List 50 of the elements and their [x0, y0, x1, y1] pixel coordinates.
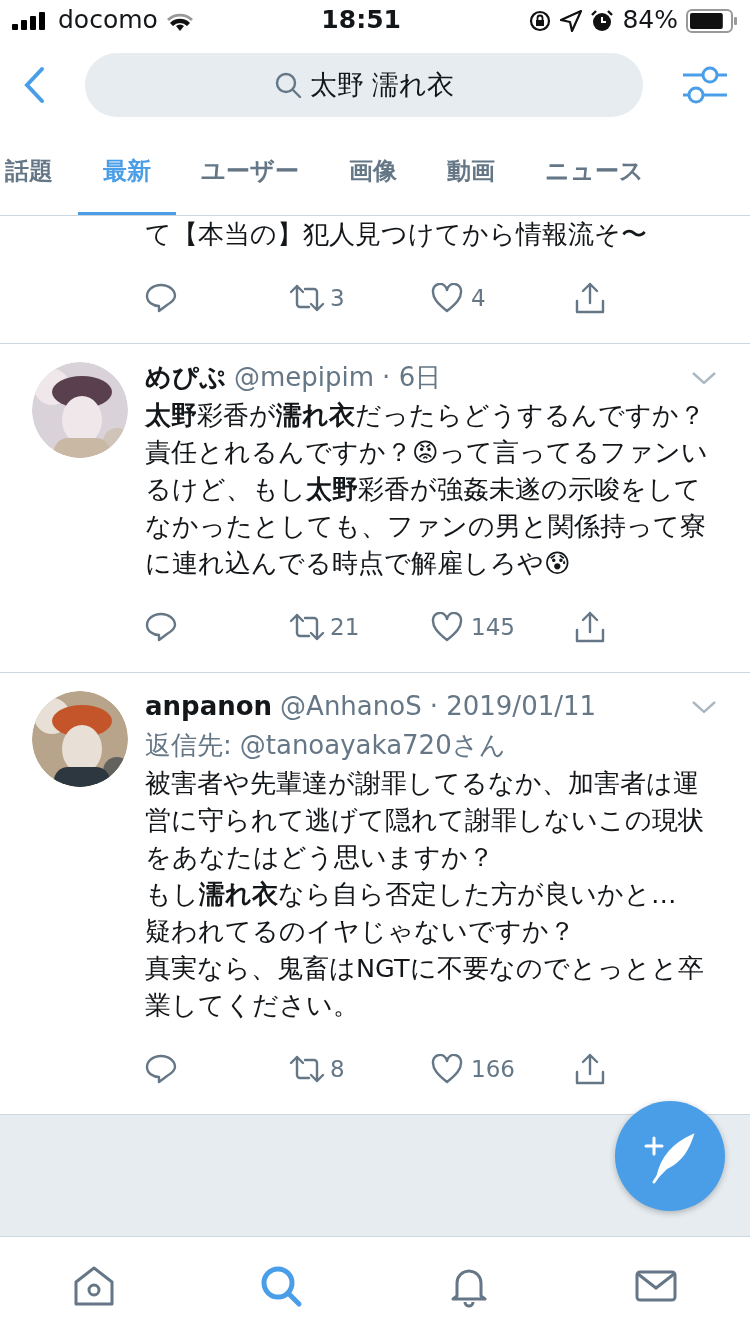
search-field[interactable]: 太野 濡れ衣 [85, 53, 643, 117]
filter-settings-button[interactable] [682, 65, 728, 105]
like-button[interactable] [431, 283, 463, 313]
retweet-count: 3 [330, 283, 345, 313]
location-arrow-icon [560, 10, 583, 33]
tweet-text: 被害者や先輩達が謝罪してるなか、加害者は運営に守られて逃げて隠れて謝罪しないこの現状をあなたはどう思いますか？ [145, 767, 705, 874]
compose-button[interactable] [615, 1101, 725, 1211]
share-button[interactable] [574, 610, 606, 644]
tweet-text: 疑われてるのイヤじゃないですか？ [145, 915, 576, 948]
carrier-name: docomo [58, 4, 158, 37]
tweet-text: て【本当の】犯人見つけてから情報流そ〜 [145, 218, 648, 251]
tweet-text: もし濡れ衣なら自ら否定した方が良いかと… [145, 878, 678, 911]
reply-button[interactable] [145, 612, 177, 642]
like-count: 166 [471, 1054, 515, 1084]
like-button[interactable] [431, 1054, 463, 1084]
search-tab[interactable]: ユーザー [176, 130, 324, 215]
alarm-clock-icon [590, 9, 615, 34]
user-handle[interactable]: @AnhanoS [280, 687, 422, 726]
retweet-button[interactable] [288, 612, 326, 642]
retweet-count: 21 [330, 612, 360, 642]
user-handle[interactable]: @mepipim [234, 358, 375, 397]
reply-button[interactable] [145, 1054, 177, 1084]
like-button[interactable] [431, 612, 463, 642]
share-button[interactable] [574, 281, 606, 315]
search-tab[interactable]: 動画 [422, 130, 520, 215]
search-tab[interactable]: 話題 [0, 130, 78, 215]
wifi-icon [165, 11, 194, 32]
user-name[interactable]: めぴぷ [145, 358, 226, 397]
rotation-lock-icon [528, 9, 553, 34]
share-button[interactable] [574, 1052, 606, 1086]
tweet-text: 太野彩香が濡れ衣だったらどうするんですか？責任とれるんですか？😡って言ってるファンいるけど、もし太野彩香が強姦未遂の示唆をしてなかったとしても、ファンの男と関係持って寮に連れ込んでる時点で解雇しろや😰 [145, 399, 709, 580]
search-icon [273, 71, 302, 99]
retweet-count: 8 [330, 1054, 345, 1084]
retweet-button[interactable] [288, 283, 326, 313]
search-tab[interactable]: 画像 [324, 130, 422, 215]
tweet-time: · 2019/01/11 [429, 690, 597, 723]
search-tab[interactable]: ニュース [520, 130, 669, 215]
battery-icon [686, 9, 738, 34]
battery-percent: 84% [622, 4, 678, 37]
like-count: 145 [471, 612, 515, 642]
clock-time: 18:51 [321, 4, 401, 37]
reply-button[interactable] [145, 283, 177, 313]
user-name[interactable]: anpanon [145, 687, 273, 726]
tweet-text: 真実なら、鬼畜はNGTに不要なのでとっとと卒業してください。 [145, 952, 705, 1022]
tweet-time: · 6日 [382, 361, 442, 394]
reply-to-label: 返信先: [145, 729, 232, 762]
mention-link[interactable]: @tanoayaka720さん [239, 726, 506, 765]
retweet-button[interactable] [288, 1054, 326, 1084]
like-count: 4 [471, 283, 486, 313]
back-button[interactable] [22, 65, 46, 105]
